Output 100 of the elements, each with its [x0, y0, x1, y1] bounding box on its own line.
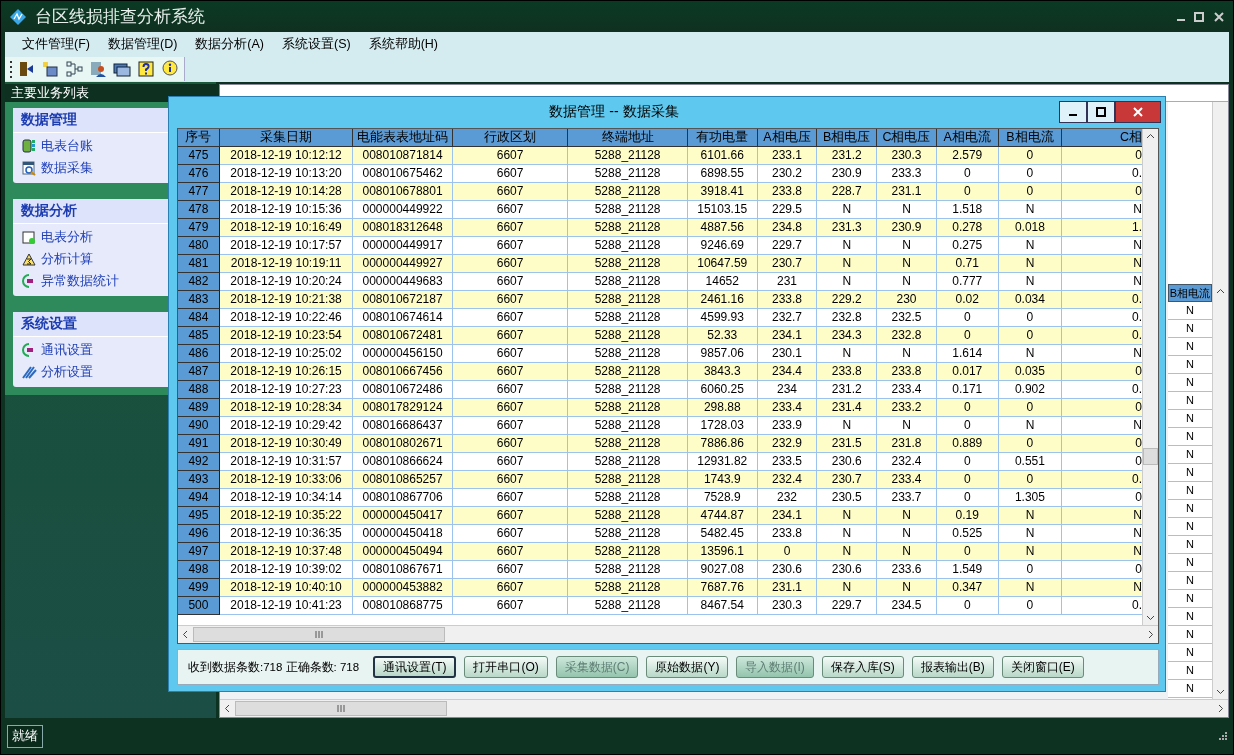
row-number: 478: [178, 201, 220, 219]
table-cell: 5288_21128: [568, 579, 688, 597]
action-button[interactable]: 保存入库(S): [821, 656, 904, 678]
table-cell: N: [877, 255, 937, 273]
item-icon: [21, 364, 37, 380]
row-number: 489: [178, 399, 220, 417]
table-cell: 0.034: [998, 291, 1063, 309]
column-header: 行政区划: [452, 129, 569, 147]
row-number: 487: [178, 363, 220, 381]
action-button[interactable]: 原始数据(Y): [646, 656, 729, 678]
table-cell: 0.347: [936, 579, 999, 597]
table-cell: 5288_21128: [568, 291, 688, 309]
scrollbar[interactable]: [1142, 129, 1158, 625]
table-cell: 234.1: [757, 327, 818, 345]
item-icon: [21, 138, 37, 154]
minimize-button[interactable]: [1059, 100, 1087, 123]
close-button[interactable]: [1115, 100, 1161, 123]
menu-item[interactable]: 文件管理(F): [13, 35, 99, 53]
user-icon[interactable]: [88, 59, 108, 79]
scroll-thumb[interactable]: [1143, 448, 1158, 465]
table-cell: 231.3: [817, 219, 878, 237]
table-cell: 6607: [452, 183, 569, 201]
maximize-icon[interactable]: [1193, 10, 1205, 23]
menu-item[interactable]: 系统设置(S): [273, 35, 360, 53]
row-number: 499: [178, 579, 220, 597]
app-logo-icon: [9, 7, 27, 26]
table-cell: 008017829124: [353, 399, 453, 417]
column-header: B相电压: [817, 129, 878, 147]
toolbar-grip-icon: [9, 60, 12, 78]
table-cell: N: [817, 579, 878, 597]
table-cell: 0: [1062, 399, 1142, 417]
menu-item[interactable]: 系统帮助(H): [359, 35, 448, 53]
maximize-button[interactable]: [1087, 100, 1115, 123]
table-cell: 6607: [452, 255, 569, 273]
window-grid-icon[interactable]: [40, 59, 60, 79]
table-cell: 4887.56: [687, 219, 758, 237]
table-cell: 2018-12-19 10:26:15: [219, 363, 354, 381]
item-icon: [21, 160, 37, 176]
table-cell: 1743.9: [687, 471, 758, 489]
scrollbar[interactable]: [178, 625, 1158, 643]
menu-item[interactable]: 数据管理(D): [98, 35, 187, 53]
table-cell: 2018-12-19 10:41:23: [219, 597, 354, 615]
table-cell: 229.2: [817, 291, 878, 309]
close-icon: [1133, 106, 1143, 117]
minimize-icon[interactable]: [1177, 18, 1185, 21]
row-number: 493: [178, 471, 220, 489]
help-icon[interactable]: [136, 59, 156, 79]
action-button[interactable]: 关闭窗口(E): [1001, 656, 1084, 678]
table-cell: 1.: [1062, 219, 1142, 237]
menu-item[interactable]: 数据分析(A): [186, 35, 273, 53]
column-header: 有功电量: [687, 129, 758, 147]
table-cell: 0.02: [936, 291, 999, 309]
scroll-thumb[interactable]: [193, 627, 445, 642]
maximize-icon: [1096, 106, 1106, 117]
panel-title: 主要业务列表: [5, 84, 216, 102]
table-cell: 3918.41: [687, 183, 758, 201]
scrollbar[interactable]: [1212, 102, 1228, 699]
table-cell: 2018-12-19 10:14:28: [219, 183, 354, 201]
table-cell: 6101.66: [687, 147, 758, 165]
table-cell: 2018-12-19 10:21:38: [219, 291, 354, 309]
row-number: 490: [178, 417, 220, 435]
row-number: 486: [178, 345, 220, 363]
action-button[interactable]: 打开串口(O): [464, 656, 548, 678]
table-cell: 6607: [452, 399, 569, 417]
table-cell: 008010802671: [353, 435, 453, 453]
table-cell: 230: [877, 291, 937, 309]
table-cell: N: [1062, 255, 1142, 273]
row-number: 495: [178, 507, 220, 525]
resize-grip-icon[interactable]: [1219, 732, 1227, 740]
scroll-thumb[interactable]: [235, 701, 447, 716]
table-cell: 000000453882: [353, 579, 453, 597]
table-cell: 6607: [452, 507, 569, 525]
table-cell: 0: [998, 399, 1063, 417]
tree-icon[interactable]: [64, 59, 84, 79]
table-cell: 008010672187: [353, 291, 453, 309]
table-cell: 231.5: [817, 435, 878, 453]
table-cell: 232.8: [877, 327, 937, 345]
table-cell: 2018-12-19 10:19:11: [219, 255, 354, 273]
table-cell: N: [817, 507, 878, 525]
table-cell: 233.8: [757, 291, 818, 309]
scrollbar[interactable]: [220, 699, 1228, 717]
table-cell: 230.3: [877, 147, 937, 165]
action-button[interactable]: 通讯设置(T): [373, 656, 457, 678]
table-cell: 0.19: [936, 507, 999, 525]
row-number: 480: [178, 237, 220, 255]
info-icon[interactable]: [160, 59, 180, 79]
row-number: 485: [178, 327, 220, 345]
column-header: 序号: [178, 129, 220, 147]
action-button[interactable]: 报表输出(B): [911, 656, 994, 678]
table-cell: 0.: [1062, 291, 1142, 309]
table-cell: 231.4: [817, 399, 878, 417]
table-cell: 7687.76: [687, 579, 758, 597]
column-header: 终端地址: [568, 129, 688, 147]
table-cell: 13596.1: [687, 543, 758, 561]
table-cell: 6607: [452, 219, 569, 237]
item-icon: [21, 251, 37, 267]
row-number: 492: [178, 453, 220, 471]
close-icon[interactable]: [1213, 10, 1225, 23]
column-header: C相: [1062, 129, 1142, 147]
table-cell: 6607: [452, 147, 569, 165]
